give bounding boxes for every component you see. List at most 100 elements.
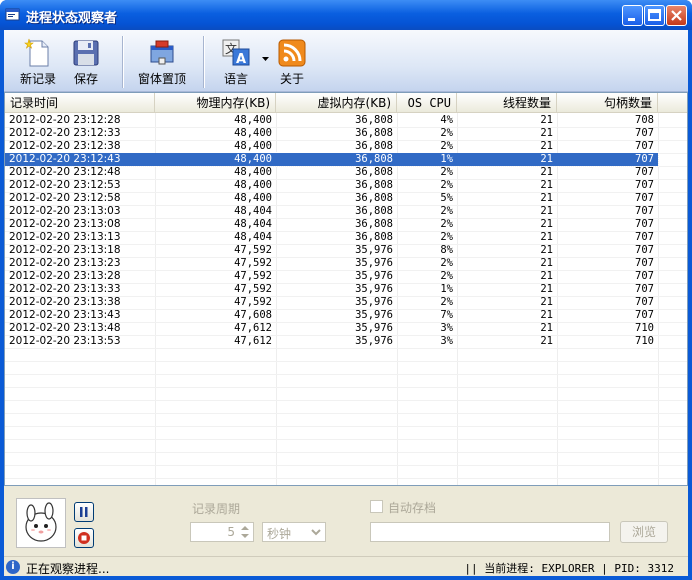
cell-time: 2012-02-20 23:12:28 [9, 114, 121, 126]
cell-handles: 707 [635, 257, 654, 269]
cell-threads: 21 [540, 192, 553, 204]
column-header-threads[interactable]: 线程数量 [457, 93, 557, 113]
cell-physical-memory: 48,400 [234, 153, 272, 165]
table-row[interactable]: 2012-02-20 23:13:08 48,404 36,808 2% 21 707 [5, 218, 658, 231]
cell-cpu: 5% [440, 192, 453, 204]
table-row[interactable]: 2012-02-20 23:13:23 47,592 35,976 2% 21 707 [5, 257, 658, 270]
cell-physical-memory: 47,592 [234, 270, 272, 282]
table-row[interactable]: 2012-02-20 23:12:58 48,400 36,808 5% 21 707 [5, 192, 658, 205]
cell-threads: 21 [540, 205, 553, 217]
title-bar[interactable]: 进程状态观察者 [0, 0, 692, 30]
cell-virtual-memory: 35,976 [355, 244, 393, 256]
row-gridline [5, 439, 687, 440]
new-record-button[interactable]: 新记录 [14, 34, 62, 90]
records-table[interactable]: 记录时间 物理内存(KB) 虚拟内存(KB) OS CPU 线程数量 句柄数量 … [4, 92, 688, 486]
cell-handles: 707 [635, 205, 654, 217]
cell-time: 2012-02-20 23:13:28 [9, 270, 121, 282]
browse-button[interactable]: 浏览 [620, 521, 668, 543]
row-gridline [5, 361, 687, 362]
cell-cpu: 4% [440, 114, 453, 126]
window-topmost-button[interactable]: 窗体置顶 [132, 34, 192, 90]
new-record-label: 新记录 [19, 72, 56, 86]
autosave-path-input[interactable] [370, 522, 610, 542]
table-row[interactable]: 2012-02-20 23:13:48 47,612 35,976 3% 21 710 [5, 322, 658, 335]
cell-cpu: 2% [440, 257, 453, 269]
period-unit-select[interactable]: 秒钟 [262, 522, 326, 542]
column-header-handles[interactable]: 句柄数量 [557, 93, 658, 113]
cell-virtual-memory: 35,976 [355, 335, 393, 347]
record-period-spinner[interactable]: 5 [190, 522, 254, 542]
cell-cpu: 1% [440, 283, 453, 295]
cell-cpu: 2% [440, 127, 453, 139]
cell-time: 2012-02-20 23:12:53 [9, 179, 121, 191]
table-row[interactable]: 2012-02-20 23:13:38 47,592 35,976 2% 21 707 [5, 296, 658, 309]
table-row[interactable]: 2012-02-20 23:12:33 48,400 36,808 2% 21 707 [5, 127, 658, 140]
column-header-cpu[interactable]: OS CPU [397, 93, 457, 113]
cell-virtual-memory: 36,808 [355, 179, 393, 191]
cell-time: 2012-02-20 23:12:33 [9, 127, 121, 139]
table-row[interactable]: 2012-02-20 23:13:53 47,612 35,976 3% 21 710 [5, 335, 658, 348]
table-row[interactable]: 2012-02-20 23:13:43 47,608 35,976 7% 21 707 [5, 309, 658, 322]
table-row[interactable]: 2012-02-20 23:13:28 47,592 35,976 2% 21 707 [5, 270, 658, 283]
cell-threads: 21 [540, 140, 553, 152]
cell-cpu: 2% [440, 218, 453, 230]
column-header-physical-memory[interactable]: 物理内存(KB) [155, 93, 276, 113]
cell-physical-memory: 47,592 [234, 296, 272, 308]
table-row[interactable]: 2012-02-20 23:12:38 48,400 36,808 2% 21 707 [5, 140, 658, 153]
cell-threads: 21 [540, 231, 553, 243]
table-row[interactable]: 2012-02-20 23:12:28 48,400 36,808 4% 21 708 [5, 114, 658, 127]
cell-threads: 21 [540, 309, 553, 321]
table-row[interactable]: 2012-02-20 23:13:03 48,404 36,808 2% 21 707 [5, 205, 658, 218]
table-row[interactable]: 2012-02-20 23:12:48 48,400 36,808 2% 21 707 [5, 166, 658, 179]
stop-icon [78, 532, 90, 544]
minimize-icon [628, 18, 635, 21]
cell-threads: 21 [540, 218, 553, 230]
chevron-down-icon[interactable] [262, 57, 270, 63]
period-unit-value: 秒钟 [267, 527, 292, 541]
mascot-image [16, 498, 66, 548]
row-gridline [5, 465, 687, 466]
row-gridline [5, 452, 687, 453]
cell-physical-memory: 48,400 [234, 179, 272, 191]
cell-virtual-memory: 36,808 [355, 127, 393, 139]
cell-physical-memory: 48,400 [234, 166, 272, 178]
table-row[interactable]: 2012-02-20 23:13:13 48,404 36,808 2% 21 707 [5, 231, 658, 244]
spinner-arrows-icon[interactable] [238, 524, 252, 540]
cell-cpu: 2% [440, 179, 453, 191]
close-button[interactable] [666, 5, 687, 26]
table-header: 记录时间 物理内存(KB) 虚拟内存(KB) OS CPU 线程数量 句柄数量 [5, 93, 687, 113]
toolbar: 新记录 保存 窗体置顶 文 A 语言 关于 [4, 30, 688, 92]
table-row[interactable]: 2012-02-20 23:13:33 47,592 35,976 1% 21 707 [5, 283, 658, 296]
rabbit-mascot-icon [25, 502, 57, 542]
cell-virtual-memory: 36,808 [355, 153, 393, 165]
minimize-button[interactable] [622, 5, 643, 26]
save-button[interactable]: 保存 [66, 34, 106, 90]
cell-cpu: 2% [440, 296, 453, 308]
svg-text:A: A [236, 52, 246, 67]
cell-threads: 21 [540, 270, 553, 282]
cell-virtual-memory: 35,976 [355, 257, 393, 269]
cell-threads: 21 [540, 114, 553, 126]
cell-virtual-memory: 36,808 [355, 114, 393, 126]
save-label: 保存 [73, 72, 98, 86]
language-button[interactable]: 文 A 语言 [214, 34, 258, 90]
autosave-checkbox[interactable] [370, 500, 383, 513]
cell-threads: 21 [540, 335, 553, 347]
column-header-virtual-memory[interactable]: 虚拟内存(KB) [276, 93, 397, 113]
about-button[interactable]: 关于 [272, 34, 312, 90]
window-pin-icon [150, 40, 174, 65]
maximize-button[interactable] [644, 5, 665, 26]
control-panel: 记录周期 5 秒钟 自动存档 浏览 [4, 488, 688, 556]
stop-button[interactable] [74, 528, 94, 548]
status-bar: i 正在观察进程... || 当前进程: EXPLORER | PID: 331… [4, 556, 688, 576]
cell-physical-memory: 48,400 [234, 192, 272, 204]
cell-physical-memory: 47,592 [234, 283, 272, 295]
column-header-time[interactable]: 记录时间 [5, 93, 155, 113]
table-row[interactable]: 2012-02-20 23:12:53 48,400 36,808 2% 21 707 [5, 179, 658, 192]
pause-button[interactable] [74, 502, 94, 522]
table-row[interactable]: 2012-02-20 23:12:43 48,400 36,808 1% 21 707 [5, 152, 659, 167]
new-document-icon [24, 38, 49, 67]
table-row[interactable]: 2012-02-20 23:13:18 47,592 35,976 8% 21 707 [5, 244, 658, 257]
cell-cpu: 3% [440, 335, 453, 347]
record-period-label: 记录周期 [192, 502, 241, 516]
